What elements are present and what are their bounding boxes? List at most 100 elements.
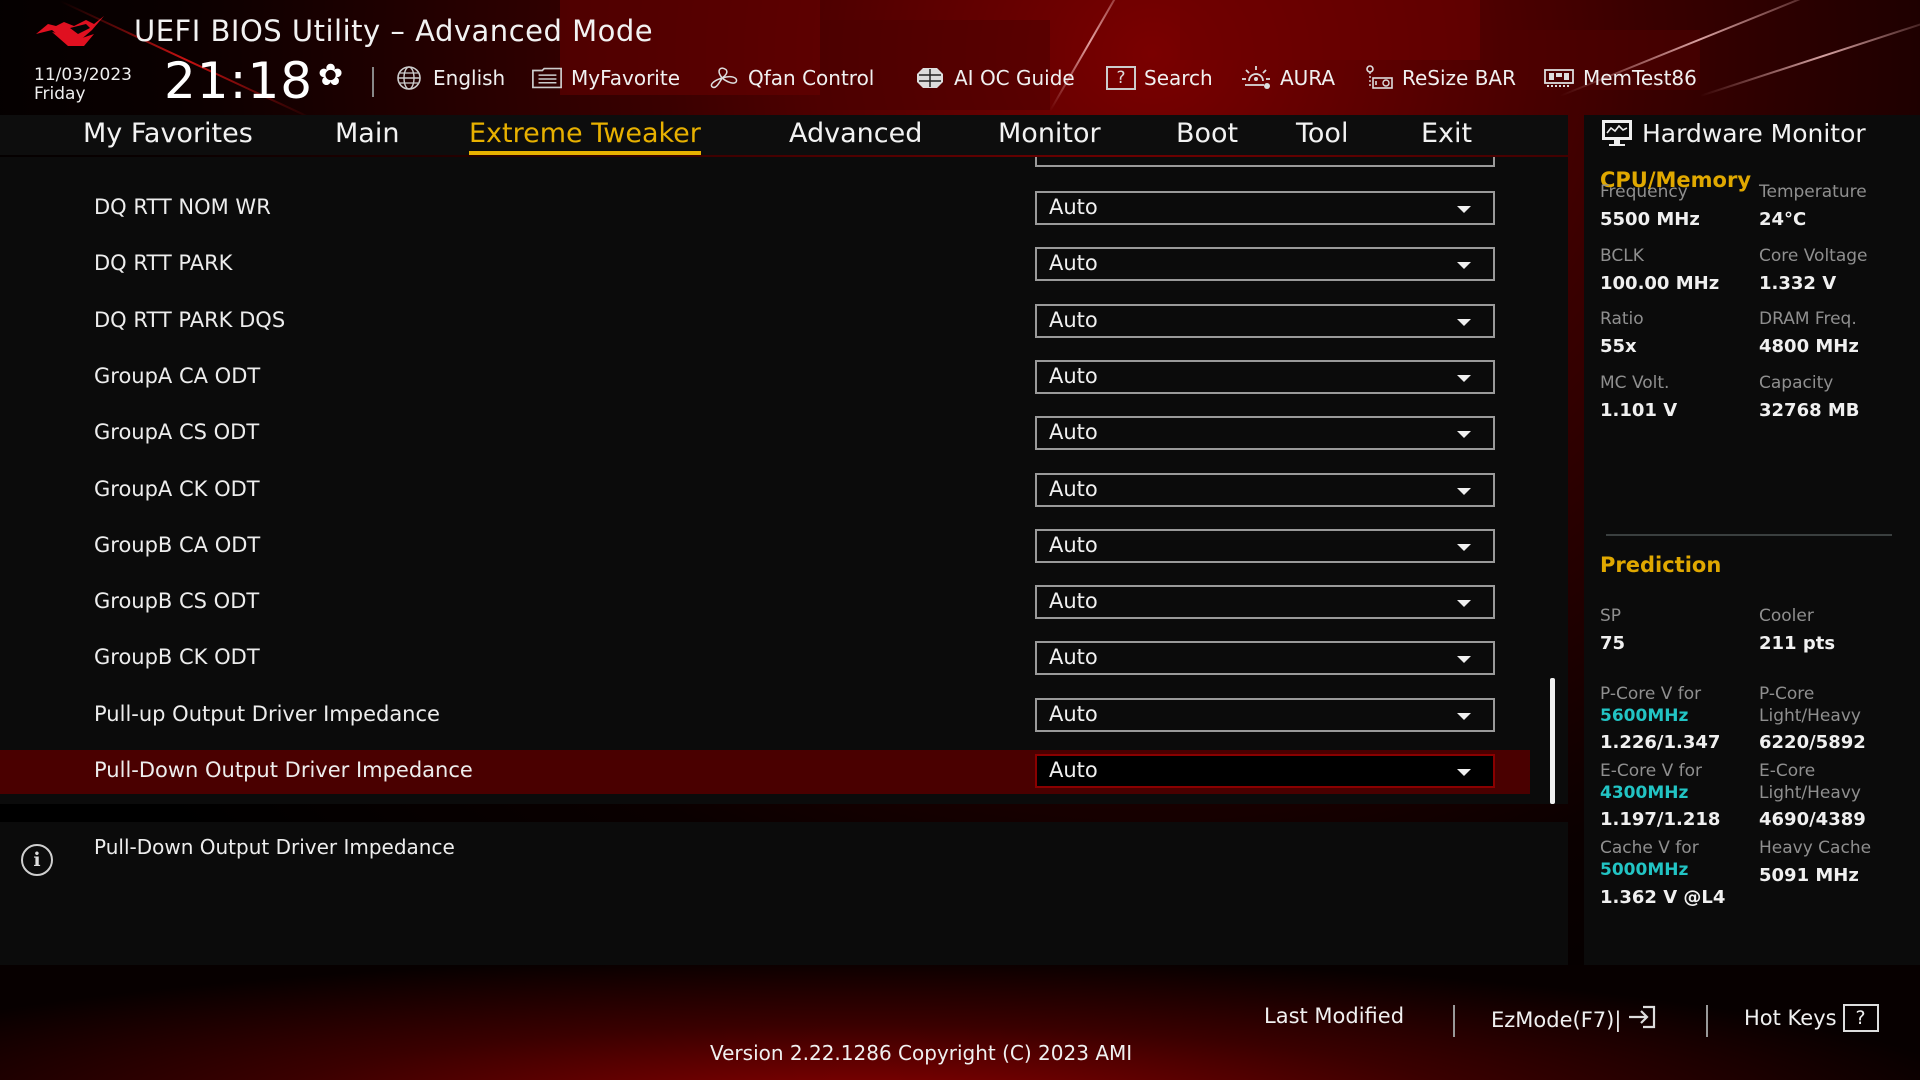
setting-row[interactable]: Pull-Down Output Driver Impedance Auto xyxy=(0,750,1530,794)
globe-icon xyxy=(393,65,425,91)
ezmode-label: EzMode(F7)| xyxy=(1491,1007,1622,1032)
toolbar-myfavorite[interactable]: MyFavorite xyxy=(531,64,680,92)
chevron-down-icon xyxy=(1457,262,1471,269)
ecore-v-freq: 4300MHz xyxy=(1600,783,1689,803)
hw-metric-label: Ratio xyxy=(1600,309,1644,329)
hw-metric-label: MC Volt. xyxy=(1600,373,1670,393)
heavy-cache-label: Heavy Cache xyxy=(1759,838,1872,858)
dropdown-value: Auto xyxy=(1049,589,1098,613)
toolbar-resize-bar[interactable]: ReSize BAR xyxy=(1362,64,1516,92)
hardware-monitor-header: Hardware Monitor xyxy=(1600,118,1866,148)
hw-metric-label: Capacity xyxy=(1759,373,1834,393)
ezmode-button[interactable]: EzMode(F7)| xyxy=(1491,1004,1657,1035)
hw-metric-value: 5500 MHz xyxy=(1600,209,1700,230)
chevron-down-icon xyxy=(1457,769,1471,776)
exit-arrow-icon xyxy=(1627,1004,1657,1035)
setting-row[interactable]: GroupA CK ODT Auto xyxy=(0,469,1530,513)
chevron-down-icon xyxy=(1457,319,1471,326)
setting-dropdown[interactable]: Auto xyxy=(1035,754,1495,788)
tab-main[interactable]: Main xyxy=(335,115,399,155)
setting-dropdown[interactable]: Auto xyxy=(1035,585,1495,619)
tab-monitor[interactable]: Monitor xyxy=(998,115,1101,155)
ecore-v-value: 1.197/1.218 xyxy=(1600,809,1721,830)
gear-icon[interactable]: ✿ xyxy=(318,58,343,93)
setting-row[interactable]: GroupA CS ODT Auto xyxy=(0,412,1530,456)
setting-dropdown[interactable]: Auto xyxy=(1035,529,1495,563)
last-modified-button[interactable]: Last Modified xyxy=(1264,1004,1404,1028)
dropdown-value: Auto xyxy=(1049,702,1098,726)
footer-separator xyxy=(1706,1005,1708,1037)
dropdown-value: Auto xyxy=(1049,308,1098,332)
day-text: Friday xyxy=(34,84,86,104)
setting-row[interactable]: GroupB CK ODT Auto xyxy=(0,637,1530,681)
setting-dropdown[interactable]: Auto xyxy=(1035,698,1495,732)
setting-label: DQ RTT NOM WR xyxy=(94,195,271,219)
ai-oc-guide-icon xyxy=(914,65,946,91)
date-display: 11/03/2023 Friday xyxy=(34,66,132,104)
setting-dropdown[interactable]: Auto xyxy=(1035,473,1495,507)
hot-keys-label: Hot Keys xyxy=(1744,1006,1837,1030)
toolbar-qfan-control[interactable]: Qfan Control xyxy=(708,64,874,92)
toolbar-memtest86[interactable]: MemTest86 xyxy=(1543,64,1697,92)
aura-light-icon xyxy=(1240,65,1272,91)
toolbar-ai-oc-guide[interactable]: AI OC Guide xyxy=(914,64,1075,92)
chevron-down-icon xyxy=(1457,656,1471,663)
settings-scrollbar[interactable] xyxy=(1550,678,1555,804)
cache-v-value: 1.362 V @L4 xyxy=(1600,887,1726,908)
chevron-down-icon xyxy=(1457,206,1471,213)
tab-my-favorites[interactable]: My Favorites xyxy=(83,115,253,155)
toolbar-search-label: Search xyxy=(1144,66,1213,90)
setting-dropdown[interactable]: Auto xyxy=(1035,360,1495,394)
toolbar-search[interactable]: ? Search xyxy=(1106,64,1213,92)
toolbar-english[interactable]: English xyxy=(393,64,505,92)
hardware-monitor-title: Hardware Monitor xyxy=(1642,118,1866,148)
setting-dropdown[interactable]: Auto xyxy=(1035,247,1495,281)
hw-metric-label: DRAM Freq. xyxy=(1759,309,1857,329)
dropdown-value: Auto xyxy=(1049,645,1098,669)
setting-label: GroupA CS ODT xyxy=(94,420,260,444)
heavy-cache-value: 5091 MHz xyxy=(1759,865,1859,886)
partial-dropdown-above[interactable] xyxy=(1035,157,1495,167)
hot-keys-button[interactable]: Hot Keys ? xyxy=(1744,1004,1879,1032)
setting-row[interactable]: GroupB CS ODT Auto xyxy=(0,581,1530,625)
chevron-down-icon xyxy=(1457,600,1471,607)
dropdown-value: Auto xyxy=(1049,758,1098,782)
toolbar-resize-bar-label: ReSize BAR xyxy=(1402,66,1517,90)
chevron-down-icon xyxy=(1457,713,1471,720)
dropdown-value: Auto xyxy=(1049,477,1098,501)
hw-metric-value: 55x xyxy=(1600,336,1637,357)
setting-dropdown[interactable]: Auto xyxy=(1035,641,1495,675)
prediction-heading: Prediction xyxy=(1600,553,1722,577)
ecore-lh-label-2: Light/Heavy xyxy=(1759,783,1861,803)
tab-extreme-tweaker[interactable]: Extreme Tweaker xyxy=(469,115,701,155)
setting-label: DQ RTT PARK DQS xyxy=(94,308,286,332)
setting-row[interactable]: DQ RTT NOM WR Auto xyxy=(0,187,1530,231)
setting-row[interactable]: GroupA CA ODT Auto xyxy=(0,356,1530,400)
toolbar-english-label: English xyxy=(433,66,506,90)
hw-metric-value: 4800 MHz xyxy=(1759,336,1859,357)
setting-dropdown[interactable]: Auto xyxy=(1035,191,1495,225)
setting-row[interactable]: DQ RTT PARK Auto xyxy=(0,243,1530,287)
hw-metric-value: 24°C xyxy=(1759,209,1807,230)
setting-row[interactable]: Pull-up Output Driver Impedance Auto xyxy=(0,694,1530,738)
header-separator xyxy=(372,67,374,97)
fan-icon xyxy=(708,65,740,91)
tab-exit[interactable]: Exit xyxy=(1421,115,1472,155)
resize-bar-icon xyxy=(1362,65,1394,91)
setting-dropdown[interactable]: Auto xyxy=(1035,416,1495,450)
info-icon: i xyxy=(21,844,53,876)
setting-row[interactable]: GroupB CA ODT Auto xyxy=(0,525,1530,569)
tab-tool[interactable]: Tool xyxy=(1296,115,1348,155)
setting-row[interactable]: DQ RTT PARK DQS Auto xyxy=(0,300,1530,344)
setting-dropdown[interactable]: Auto xyxy=(1035,304,1495,338)
setting-label: Pull-up Output Driver Impedance xyxy=(94,702,440,726)
toolbar-ai-oc-label: AI OC Guide xyxy=(954,66,1075,90)
tab-boot[interactable]: Boot xyxy=(1176,115,1238,155)
toolbar-aura[interactable]: AURA xyxy=(1240,64,1335,92)
setting-label: GroupB CK ODT xyxy=(94,645,260,669)
monitor-icon xyxy=(1600,118,1634,148)
tab-advanced[interactable]: Advanced xyxy=(789,115,922,155)
cooler-value: 211 pts xyxy=(1759,633,1836,654)
dropdown-value: Auto xyxy=(1049,195,1098,219)
pcore-v-freq: 5600MHz xyxy=(1600,706,1689,726)
